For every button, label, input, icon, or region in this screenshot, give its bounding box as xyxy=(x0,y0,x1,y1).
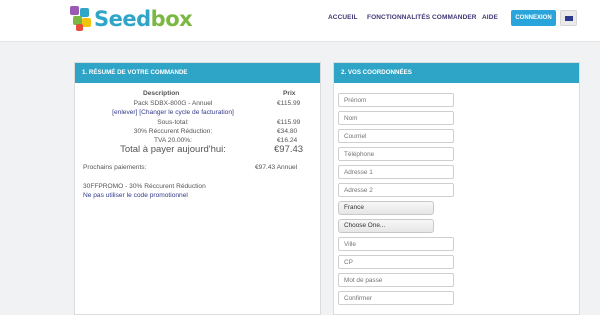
telephone-field[interactable] xyxy=(338,147,454,161)
order-summary-title: 1. RÉSUMÉ DE VOTRE COMMANDE xyxy=(75,63,320,83)
tax-value: €16.24 xyxy=(277,137,298,144)
contact-details-title: 2. VOS COORDONNÉES xyxy=(334,63,579,83)
column-header-prix: Prix xyxy=(283,90,296,97)
promo-code-text: 30FFPROMO - 30% Réccurent Réduction xyxy=(83,183,206,190)
subtotal-value: €115.99 xyxy=(277,119,301,126)
line-item-label: Pack SDBX-800G - Annuel xyxy=(133,100,213,107)
seedbox-logo[interactable]: Seedbox xyxy=(70,4,193,34)
region-select[interactable]: Choose One... xyxy=(338,219,434,233)
next-payment-label: Prochains paiements: xyxy=(83,164,147,171)
flag-icon xyxy=(565,16,573,21)
country-select[interactable]: France xyxy=(338,201,434,215)
tax-label: TVA 20.00%: xyxy=(154,137,192,144)
courriel-field[interactable] xyxy=(338,129,454,143)
next-payment-value: €97.43 Annuel xyxy=(255,164,298,171)
subtotal-label: Sous-total: xyxy=(157,119,189,126)
adresse2-field[interactable] xyxy=(338,183,454,197)
prenom-field[interactable] xyxy=(338,93,454,107)
nav-accueil[interactable]: ACCUEIL xyxy=(328,14,358,21)
nav-fonctionnalites[interactable]: FONCTIONNALITÉS xyxy=(367,14,430,21)
password-field[interactable] xyxy=(338,273,454,287)
ville-field[interactable] xyxy=(338,237,454,251)
line-item-value: €115.99 xyxy=(277,100,301,107)
logo-mark-icon xyxy=(70,6,92,32)
total-value: €97.43 xyxy=(274,144,304,155)
discount-value: €34.80 xyxy=(277,128,298,135)
language-button[interactable] xyxy=(560,10,577,26)
order-summary-panel: 1. RÉSUMÉ DE VOTRE COMMANDE Description … xyxy=(74,62,321,315)
adresse1-field[interactable] xyxy=(338,165,454,179)
confirm-password-field[interactable] xyxy=(338,291,454,305)
top-header: Seedbox ACCUEIL FONCTIONNALITÉS COMMANDE… xyxy=(0,0,600,42)
remove-promo-link[interactable]: Ne pas utiliser le code promotionnel xyxy=(83,192,188,199)
connexion-button[interactable]: CONNEXION xyxy=(511,10,556,26)
logo-wordmark: Seedbox xyxy=(94,7,193,31)
column-header-description: Description xyxy=(143,90,180,97)
nav-aide[interactable]: AIDE xyxy=(482,14,498,21)
total-label: Total à payer aujourd'hui: xyxy=(120,144,226,155)
billing-cycle-links[interactable]: [enlever] [Changer le cycle de facturati… xyxy=(88,109,258,116)
nav-commander[interactable]: COMMANDER xyxy=(432,14,477,21)
nom-field[interactable] xyxy=(338,111,454,125)
cp-field[interactable] xyxy=(338,255,454,269)
discount-label: 30% Réccurent Réduction: xyxy=(133,128,213,135)
